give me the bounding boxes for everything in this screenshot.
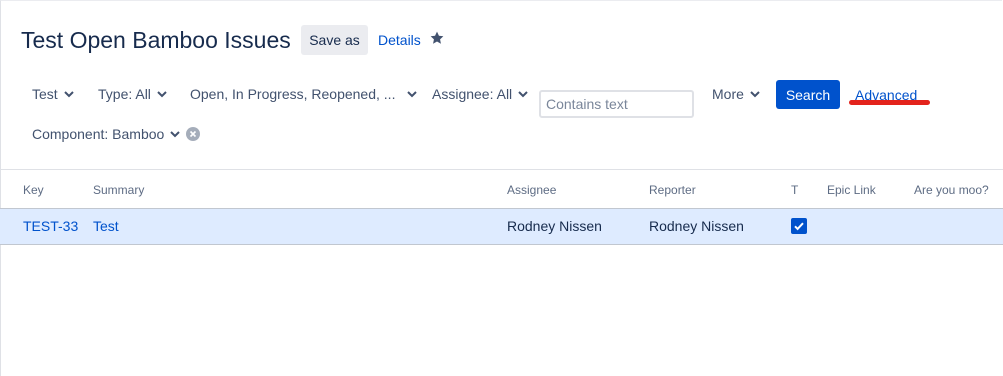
- issue-summary-link[interactable]: Test: [93, 218, 119, 234]
- annotation-underline: [849, 100, 930, 105]
- t-checkbox[interactable]: [791, 218, 807, 234]
- assignee-filter-label: Assignee: All: [432, 86, 513, 102]
- chevron-down-icon: [518, 90, 528, 97]
- table-row[interactable]: [0, 208, 1003, 245]
- chevron-down-icon: [407, 90, 418, 97]
- issue-key-link[interactable]: TEST-33: [23, 218, 78, 234]
- chevron-down-icon: [170, 130, 181, 137]
- chevron-down-icon: [750, 90, 760, 97]
- column-header-summary[interactable]: Summary: [93, 183, 144, 197]
- reporter-cell: Rodney Nissen: [649, 218, 744, 234]
- status-filter[interactable]: Open, In Progress, Reopened, ...: [190, 86, 418, 102]
- contains-text-input[interactable]: [539, 90, 694, 118]
- column-header-t[interactable]: T: [791, 183, 798, 197]
- assignee-cell: Rodney Nissen: [507, 218, 602, 234]
- chevron-down-icon: [157, 90, 167, 97]
- search-button[interactable]: Search: [776, 80, 840, 109]
- header-divider: [0, 169, 1003, 170]
- type-filter-label: Type: All: [98, 86, 151, 102]
- more-filter-label: More: [712, 86, 744, 102]
- project-filter[interactable]: Test: [32, 86, 74, 102]
- column-header-reporter[interactable]: Reporter: [649, 183, 696, 197]
- chevron-down-icon: [63, 90, 74, 97]
- star-icon[interactable]: [429, 30, 445, 46]
- checkmark-icon: [794, 222, 804, 231]
- column-header-key[interactable]: Key: [23, 183, 44, 197]
- page-title: Test Open Bamboo Issues: [21, 27, 291, 53]
- component-filter-label: Component: Bamboo: [32, 126, 165, 142]
- column-header-epic-link[interactable]: Epic Link: [827, 183, 876, 197]
- more-filter[interactable]: More: [712, 86, 760, 102]
- clear-icon[interactable]: [186, 127, 201, 141]
- column-header-assignee[interactable]: Assignee: [507, 183, 556, 197]
- component-filter[interactable]: Component: Bamboo: [32, 126, 201, 142]
- type-filter[interactable]: Type: All: [98, 86, 167, 102]
- save-as-button[interactable]: Save as: [301, 25, 368, 55]
- status-filter-label: Open, In Progress, Reopened, ...: [190, 86, 396, 102]
- details-link[interactable]: Details: [378, 32, 421, 48]
- assignee-filter[interactable]: Assignee: All: [432, 86, 528, 102]
- project-filter-label: Test: [32, 86, 58, 102]
- column-header-are-you-moo[interactable]: Are you moo?: [914, 183, 989, 197]
